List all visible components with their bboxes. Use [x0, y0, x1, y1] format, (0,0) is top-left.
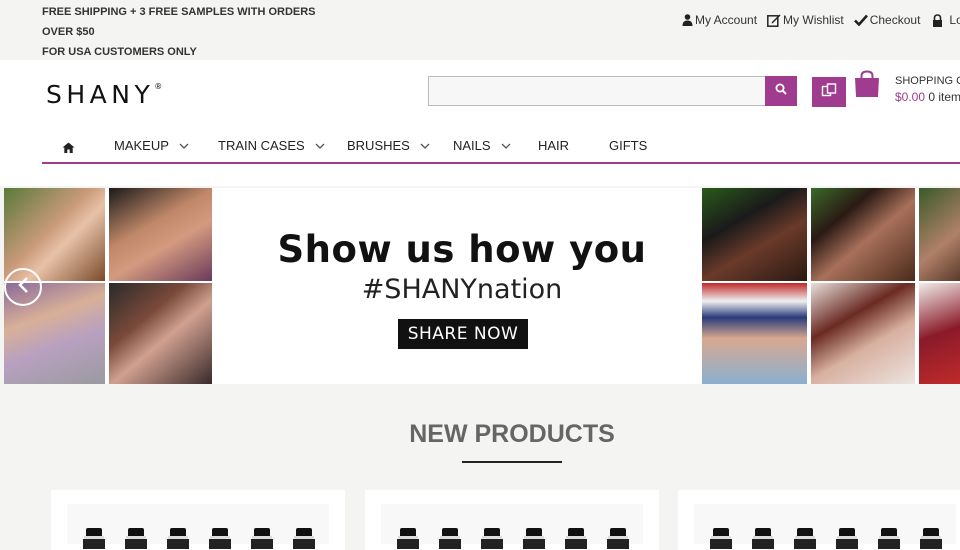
- nav-item-label: HAIR: [538, 138, 570, 153]
- shopping-cart-label[interactable]: SHOPPING C: [895, 75, 960, 87]
- my-account-link[interactable]: My Account: [682, 13, 757, 27]
- nail-polish-bottle: [251, 528, 273, 549]
- banner-hashtag: #SHANYnation: [361, 274, 563, 305]
- compare-icon: [821, 82, 837, 102]
- home-icon: [62, 140, 75, 157]
- nav-item-label: MAKEUP: [114, 138, 169, 153]
- nav-item-nails[interactable]: NAILS: [453, 138, 511, 153]
- promo-line-2: OVER $50: [42, 26, 95, 38]
- chevron-down-icon: [501, 138, 511, 153]
- nav-item-label: GIFTS: [609, 138, 648, 153]
- product-image: [381, 504, 643, 544]
- chevron-left-icon: [17, 276, 29, 299]
- cart-summary[interactable]: $0.00 0 item: [895, 90, 960, 104]
- nail-polish-bottle: [125, 528, 147, 549]
- section-divider: [462, 461, 562, 463]
- user-icon: [682, 14, 693, 26]
- nail-polish-bottle: [439, 528, 461, 549]
- nail-polish-bottle: [710, 528, 732, 549]
- customer-photo: [109, 283, 212, 384]
- search-button[interactable]: [765, 76, 797, 106]
- top-bar: FREE SHIPPING + 3 FREE SAMPLES WITH ORDE…: [0, 0, 960, 60]
- login-label: Lo: [949, 13, 960, 27]
- product-card[interactable]: [678, 490, 960, 550]
- nail-polish-bottle: [397, 528, 419, 549]
- login-link[interactable]: Lo: [932, 13, 960, 27]
- nail-polish-bottle: [83, 528, 105, 549]
- nail-polish-bottle: [565, 528, 587, 549]
- customer-photo: [109, 188, 212, 281]
- customer-photo: [811, 283, 915, 384]
- hero-banner[interactable]: Show us how you #SHANYnation SHARE NOW: [4, 188, 960, 384]
- nail-polish-bottle: [794, 528, 816, 549]
- nail-polish-bottle: [209, 528, 231, 549]
- nav-item-label: TRAIN CASES: [218, 138, 305, 153]
- promo-line-1: FREE SHIPPING + 3 FREE SAMPLES WITH ORDE…: [42, 6, 316, 18]
- search-icon: [775, 82, 787, 100]
- nav-item-label: BRUSHES: [347, 138, 410, 153]
- checkmark-icon: [853, 14, 868, 26]
- my-wishlist-label: My Wishlist: [783, 13, 844, 27]
- checkout-label: Checkout: [869, 13, 921, 27]
- customer-photo: [811, 188, 915, 281]
- edit-icon: [767, 14, 781, 27]
- chevron-down-icon: [179, 138, 189, 153]
- nail-polish-bottle: [523, 528, 545, 549]
- cart-price: $0.00: [895, 90, 926, 104]
- nav-item-brushes[interactable]: BRUSHES: [347, 138, 430, 153]
- nav-item-label: NAILS: [453, 138, 491, 153]
- search-input[interactable]: [428, 76, 766, 106]
- product-image: [694, 504, 956, 544]
- lock-icon: [932, 13, 943, 27]
- product-image: [67, 504, 329, 544]
- compare-button[interactable]: [812, 77, 846, 107]
- my-wishlist-link[interactable]: My Wishlist: [767, 13, 844, 27]
- nail-polish-bottle: [878, 528, 900, 549]
- nav-item-hair[interactable]: HAIR: [538, 138, 569, 153]
- account-links: My Account My Wishlist Checkout Lo: [682, 13, 960, 27]
- nail-polish-bottle: [920, 528, 942, 549]
- banner-prev-button[interactable]: [4, 268, 42, 306]
- shopping-bag-icon[interactable]: [854, 70, 880, 103]
- cart-item-count: 0 item: [928, 90, 960, 104]
- customer-photo: [919, 188, 960, 281]
- share-now-button[interactable]: SHARE NOW: [398, 319, 528, 349]
- nail-polish-bottle: [607, 528, 629, 549]
- customer-photo: [919, 283, 960, 384]
- registered-mark: ®: [154, 82, 163, 91]
- main-nav: MAKEUP TRAIN CASES BRUSHES NAILS HAIR GI…: [42, 132, 960, 164]
- promo-line-3: FOR USA CUSTOMERS ONLY: [42, 46, 197, 58]
- banner-headline: Show us how you: [277, 228, 647, 271]
- checkout-link[interactable]: Checkout: [853, 13, 921, 27]
- logo-text: SHANY: [46, 80, 155, 109]
- product-card[interactable]: [51, 490, 345, 550]
- customer-photo: [702, 188, 807, 281]
- nav-item-train-cases[interactable]: TRAIN CASES: [218, 138, 325, 153]
- nail-polish-bottle: [167, 528, 189, 549]
- chevron-down-icon: [315, 138, 325, 153]
- shipping-promo: FREE SHIPPING + 3 FREE SAMPLES WITH ORDE…: [42, 2, 342, 62]
- nail-polish-bottle: [752, 528, 774, 549]
- my-account-label: My Account: [695, 13, 758, 27]
- product-card[interactable]: [365, 490, 659, 550]
- nail-polish-bottle: [836, 528, 858, 549]
- nail-polish-bottle: [481, 528, 503, 549]
- customer-photo: [702, 283, 807, 384]
- nav-item-gifts[interactable]: GIFTS: [609, 138, 647, 153]
- nav-item-makeup[interactable]: MAKEUP: [114, 138, 189, 153]
- chevron-down-icon: [420, 138, 430, 153]
- new-products-title: NEW PRODUCTS: [409, 420, 615, 448]
- shany-logo[interactable]: SHANY®: [46, 80, 162, 109]
- nail-polish-bottle: [293, 528, 315, 549]
- customer-photo: [4, 188, 105, 281]
- home-nav-link[interactable]: [62, 140, 75, 158]
